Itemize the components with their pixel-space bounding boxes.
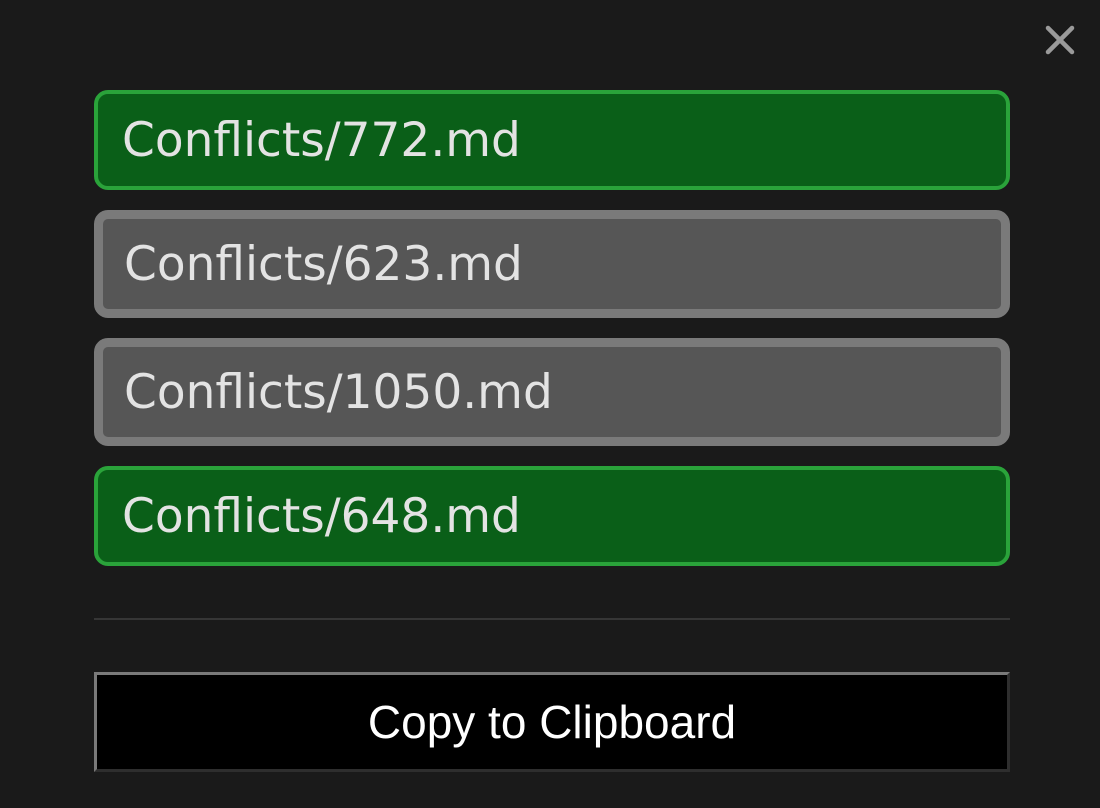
divider (94, 618, 1010, 620)
file-item-623[interactable]: Conflicts/623.md (94, 210, 1010, 318)
file-list: Conflicts/772.md Conflicts/623.md Confli… (94, 90, 1010, 566)
copy-button-label: Copy to Clipboard (367, 696, 737, 748)
close-icon (1045, 25, 1075, 55)
file-item-label: Conflicts/1050.md (124, 364, 553, 420)
file-item-1050[interactable]: Conflicts/1050.md (94, 338, 1010, 446)
file-item-772[interactable]: Conflicts/772.md (94, 90, 1010, 190)
file-item-label: Conflicts/623.md (124, 236, 523, 292)
file-item-648[interactable]: Conflicts/648.md (94, 466, 1010, 566)
copy-to-clipboard-button[interactable]: Copy to Clipboard (94, 672, 1010, 772)
file-selection-dialog: Conflicts/772.md Conflicts/623.md Confli… (0, 0, 1100, 808)
file-item-label: Conflicts/648.md (122, 488, 521, 544)
file-item-label: Conflicts/772.md (122, 112, 521, 168)
close-button[interactable] (1038, 18, 1082, 62)
